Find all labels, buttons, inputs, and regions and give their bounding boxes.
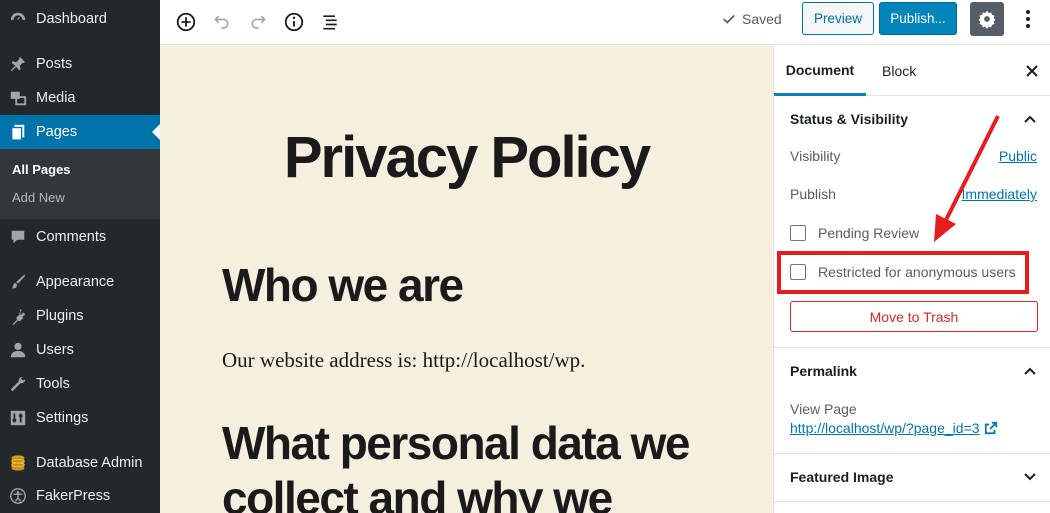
settings-gear-button[interactable] bbox=[970, 2, 1004, 36]
divider bbox=[774, 453, 1050, 454]
pages-icon bbox=[0, 123, 36, 141]
menu-item-users[interactable]: Users bbox=[0, 333, 160, 367]
chevron-up-icon[interactable] bbox=[1022, 363, 1038, 379]
pending-review-option[interactable]: Pending Review bbox=[790, 225, 919, 241]
menu-label: Appearance bbox=[36, 274, 115, 290]
menu-item-settings[interactable]: Settings bbox=[0, 401, 160, 435]
submenu-add-new[interactable]: Add New bbox=[12, 190, 65, 205]
menu-item-plugins[interactable]: Plugins bbox=[0, 299, 160, 333]
more-options-button[interactable] bbox=[1018, 4, 1038, 34]
submenu-all-pages[interactable]: All Pages bbox=[12, 162, 71, 177]
menu-label: Users bbox=[36, 342, 74, 358]
menu-item-pages[interactable]: Pages bbox=[0, 115, 160, 149]
tab-document[interactable]: Document bbox=[774, 46, 866, 96]
media-icon bbox=[0, 89, 36, 107]
menu-item-fakerpress[interactable]: FakerPress bbox=[0, 479, 160, 513]
menu-label: Comments bbox=[36, 229, 107, 245]
accessibility-icon bbox=[0, 487, 36, 505]
menu-item-media[interactable]: Media bbox=[0, 81, 160, 115]
admin-sidebar: Dashboard Posts Media Pages All Pages Ad… bbox=[0, 0, 160, 513]
menu-label: Settings bbox=[36, 410, 89, 426]
more-vertical-icon bbox=[1026, 10, 1030, 28]
gear-icon bbox=[978, 10, 996, 29]
heading-block[interactable]: What personal data we collect and why we bbox=[222, 416, 762, 513]
sidebar-tabs: Document Block bbox=[774, 46, 1050, 96]
menu-label: Tools bbox=[36, 376, 70, 392]
close-icon[interactable] bbox=[1022, 61, 1042, 81]
menu-item-posts[interactable]: Posts bbox=[0, 47, 160, 81]
menu-item-database-admin[interactable]: Database Admin bbox=[0, 446, 160, 480]
menu-label: Dashboard bbox=[36, 11, 107, 27]
move-to-trash-button[interactable]: Move to Trash bbox=[790, 301, 1038, 332]
featured-image-heading[interactable]: Featured Image bbox=[790, 469, 893, 485]
annotation-arrow-icon bbox=[934, 115, 1000, 242]
editor-toolbar: Saved Preview Publish... bbox=[160, 0, 1050, 45]
publish-button[interactable]: Publish... bbox=[879, 2, 957, 35]
view-page-label: View Page bbox=[790, 401, 857, 417]
permalink-link[interactable]: http://localhost/wp/?page_id=3 bbox=[790, 420, 998, 436]
menu-label: Posts bbox=[36, 56, 73, 72]
chevron-up-icon[interactable] bbox=[1022, 111, 1038, 127]
pages-submenu: All Pages Add New bbox=[0, 149, 160, 219]
status-visibility-heading[interactable]: Status & Visibility bbox=[790, 111, 908, 127]
sliders-icon bbox=[0, 409, 36, 427]
menu-label: Plugins bbox=[36, 308, 84, 324]
menu-label: Media bbox=[36, 90, 76, 106]
menu-item-tools[interactable]: Tools bbox=[0, 367, 160, 401]
menu-item-dashboard[interactable]: Dashboard bbox=[0, 2, 160, 36]
menu-label: Pages bbox=[36, 124, 78, 140]
pending-review-checkbox[interactable] bbox=[790, 225, 806, 241]
menu-item-appearance[interactable]: Appearance bbox=[0, 265, 160, 299]
outline-list-icon[interactable] bbox=[316, 8, 344, 36]
preview-button[interactable]: Preview bbox=[802, 2, 874, 35]
brush-icon bbox=[0, 273, 36, 291]
tab-block[interactable]: Block bbox=[882, 46, 916, 96]
database-icon bbox=[0, 454, 36, 472]
undo-icon[interactable] bbox=[208, 8, 236, 36]
divider bbox=[774, 501, 1050, 502]
external-link-icon bbox=[984, 421, 997, 435]
divider bbox=[774, 347, 1050, 348]
permalink-heading[interactable]: Permalink bbox=[790, 363, 857, 379]
publish-label: Publish bbox=[790, 186, 836, 202]
annotation-highlight-box bbox=[777, 251, 1029, 294]
post-title[interactable]: Privacy Policy bbox=[160, 124, 773, 191]
editor-canvas: Privacy Policy Who we are Our website ad… bbox=[160, 46, 773, 513]
menu-item-comments[interactable]: Comments bbox=[0, 220, 160, 254]
paragraph-block[interactable]: Our website address is: http://localhost… bbox=[222, 348, 585, 373]
current-indicator bbox=[152, 124, 160, 140]
menu-label: Database Admin bbox=[36, 455, 143, 471]
menu-label: FakerPress bbox=[36, 488, 111, 504]
dashboard-icon bbox=[0, 10, 36, 28]
add-block-icon[interactable] bbox=[172, 8, 200, 36]
redo-icon[interactable] bbox=[244, 8, 272, 36]
pin-icon bbox=[0, 55, 36, 73]
check-icon bbox=[723, 14, 735, 24]
saved-label: Saved bbox=[742, 11, 782, 27]
user-icon bbox=[0, 341, 36, 359]
permalink-url[interactable]: http://localhost/wp/?page_id=3 bbox=[790, 420, 980, 436]
heading-block[interactable]: Who we are bbox=[222, 258, 464, 312]
plug-icon bbox=[0, 307, 36, 325]
pending-review-label: Pending Review bbox=[818, 225, 920, 241]
info-icon[interactable] bbox=[280, 8, 308, 36]
wrench-icon bbox=[0, 375, 36, 393]
comment-icon bbox=[0, 228, 36, 246]
visibility-label: Visibility bbox=[790, 148, 841, 164]
saved-status: Saved bbox=[722, 11, 782, 27]
chevron-down-icon[interactable] bbox=[1022, 469, 1038, 485]
